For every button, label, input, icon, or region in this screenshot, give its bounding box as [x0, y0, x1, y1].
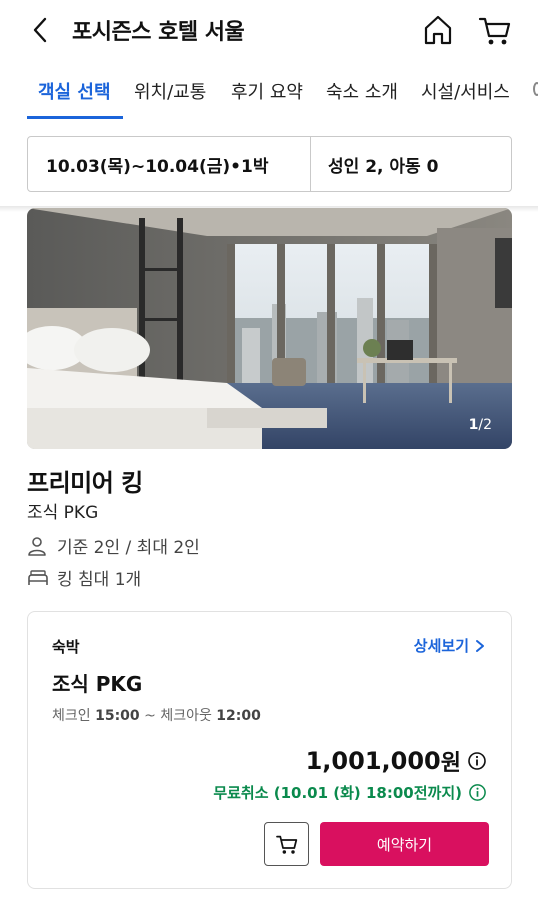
page-title: 포시즌스 호텔 서울 [72, 20, 245, 45]
rate-card: 숙박 상세보기 조식 PKG 체크인 15:00 ~ 체크아웃 12:00 1,… [27, 611, 512, 889]
tab-facilities[interactable]: 시설/서비스 [421, 78, 510, 104]
cart-icon [275, 835, 297, 854]
time-separator: ~ [144, 708, 156, 724]
tab-location[interactable]: 위치/교통 [134, 78, 206, 104]
image-counter: 1/2 [469, 417, 492, 433]
stay-type: 숙박 [52, 638, 80, 656]
room-photo [27, 208, 512, 449]
chevron-left-icon [33, 17, 47, 43]
bed-row: 킹 침대 1개 [27, 565, 141, 590]
price-currency: 원 [440, 751, 461, 776]
tab-overflow-indicator [533, 82, 538, 96]
info-icon[interactable] [467, 751, 487, 771]
occupancy-text: 기준 2인 / 최대 2인 [57, 538, 200, 558]
checkout-label: 체크아웃 [160, 708, 212, 724]
room-photo-carousel[interactable]: 1/2 [27, 208, 512, 449]
checkin-checkout: 체크인 15:00 ~ 체크아웃 12:00 [52, 705, 261, 725]
add-to-cart-button[interactable] [264, 822, 309, 866]
active-tab-indicator [27, 116, 123, 119]
checkin-label: 체크인 [52, 708, 91, 724]
guest-selector[interactable]: 성인 2, 아동 0 [311, 137, 511, 191]
rate-name: 조식 PKG [52, 672, 143, 696]
price-amount: 1,001,000 [305, 747, 441, 775]
app-header: 포시즌스 호텔 서울 [0, 0, 538, 62]
home-icon [424, 15, 452, 45]
tab-property-intro[interactable]: 숙소 소개 [326, 78, 398, 104]
home-button[interactable] [420, 12, 456, 48]
tab-room-select[interactable]: 객실 선택 [38, 78, 111, 104]
back-button[interactable] [30, 12, 62, 48]
image-index: 1 [468, 417, 479, 433]
book-button[interactable]: 예약하기 [320, 822, 489, 866]
chevron-right-icon [476, 639, 484, 652]
date-selector[interactable]: 10.03(목)~10.04(금)•1박 [28, 137, 311, 191]
tab-review-summary[interactable]: 후기 요약 [231, 78, 303, 104]
room-name: 프리미어 킹 [27, 469, 143, 497]
guest-count-label: 성인 2, 아동 0 [328, 156, 439, 177]
bed-icon [27, 568, 49, 588]
price: 1,001,000 원 [306, 745, 487, 777]
checkout-time: 12:00 [216, 708, 261, 724]
bed-text: 킹 침대 1개 [57, 570, 142, 590]
detail-link-label: 상세보기 [413, 637, 469, 655]
cart-button[interactable] [477, 12, 513, 48]
checkin-time: 15:00 [95, 708, 140, 724]
cancel-policy: 무료취소 (10.01 (화) 18:00전까지) [213, 782, 487, 803]
date-range-label: 10.03(목)~10.04(금)•1박 [46, 156, 269, 177]
occupancy-row: 기준 2인 / 최대 2인 [27, 533, 200, 558]
image-total: /2 [478, 417, 492, 433]
person-icon [27, 536, 49, 556]
booking-filter: 10.03(목)~10.04(금)•1박 성인 2, 아동 0 [27, 136, 512, 192]
cart-icon [478, 17, 511, 45]
cancel-policy-text: 무료취소 (10.01 (화) 18:00전까지) [213, 784, 462, 802]
section-tabs: 객실 선택 위치/교통 후기 요약 숙소 소개 시설/서비스 [0, 62, 538, 120]
detail-link[interactable]: 상세보기 [414, 635, 487, 656]
room-package: 조식 PKG [27, 503, 99, 523]
cancel-info-icon[interactable] [468, 783, 487, 802]
